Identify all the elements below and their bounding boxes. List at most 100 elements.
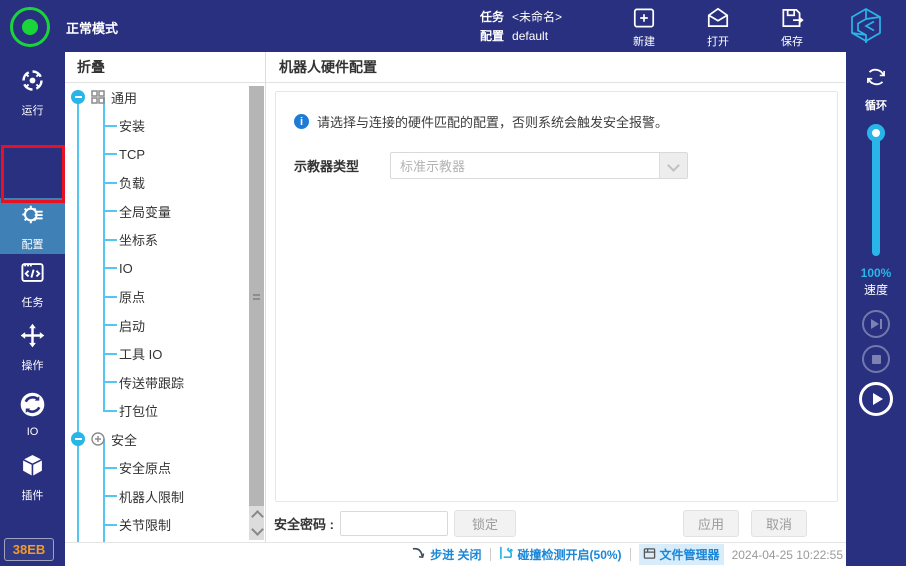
sidebar-item-task[interactable]: 任务 xyxy=(0,256,65,312)
status-code-badge: 38EB xyxy=(4,538,54,561)
new-file-icon xyxy=(631,5,657,31)
tree-node-install[interactable]: 安装 xyxy=(65,112,247,141)
new-task-button[interactable]: 新建 xyxy=(618,5,670,49)
tree-node-conveyor[interactable]: 传送带跟踪 xyxy=(65,368,247,397)
play-button[interactable] xyxy=(859,382,893,416)
cancel-button[interactable]: 取消 xyxy=(751,510,807,537)
scrollbar-arrows xyxy=(249,506,264,540)
collision-detection-status[interactable]: 碰撞检测开启(50%) xyxy=(499,546,622,563)
sidebar-item-run[interactable]: 运行 xyxy=(0,64,65,120)
separator xyxy=(490,548,491,561)
tree-scrollbar[interactable] xyxy=(249,86,264,540)
top-bar: 正常模式 任务 <未命名> 配置 default 新建 打开 xyxy=(0,0,906,52)
scroll-up-icon[interactable] xyxy=(251,510,264,523)
step-mode-status[interactable]: 步进 关闭 xyxy=(411,546,481,563)
plugin-cube-icon xyxy=(19,452,46,484)
sidebar-item-jog[interactable]: 操作 xyxy=(0,319,65,375)
mode-status-icon xyxy=(10,7,50,47)
grid-icon xyxy=(90,89,106,105)
config-label: 配置 xyxy=(480,29,504,43)
open-folder-icon xyxy=(705,5,731,31)
mode-label: 正常模式 xyxy=(66,18,118,37)
tree-node-safe-home[interactable]: 安全原点 xyxy=(65,454,247,483)
speed-slider-handle[interactable] xyxy=(867,124,885,142)
password-row: 安全密码 : 锁定 应用 取消 xyxy=(274,509,837,537)
tree-node-coord-system[interactable]: 坐标系 xyxy=(65,226,247,255)
lock-button[interactable]: 锁定 xyxy=(454,510,516,537)
save-button[interactable]: 保存 xyxy=(766,5,818,49)
stop-button[interactable] xyxy=(862,345,890,373)
sidebar-item-config[interactable]: 配置 xyxy=(0,198,65,254)
file-actions: 新建 打开 保存 xyxy=(618,5,818,49)
code-icon xyxy=(19,259,46,291)
tree-node-general[interactable]: 通用 xyxy=(65,83,247,112)
separator xyxy=(630,548,631,561)
scrollbar-thumb[interactable] xyxy=(249,86,264,506)
step-forward-button[interactable] xyxy=(862,310,890,338)
tree-node-joint-limits[interactable]: 关节限制 xyxy=(65,511,247,540)
tree-node-payload[interactable]: 负载 xyxy=(65,169,247,198)
move-arrows-icon xyxy=(19,322,46,354)
open-task-button[interactable]: 打开 xyxy=(692,5,744,49)
tree-node-startup[interactable]: 启动 xyxy=(65,311,247,340)
tree-panel-title: 折叠 xyxy=(65,52,265,83)
tree-node-global-vars[interactable]: 全局变量 xyxy=(65,197,247,226)
info-icon: i xyxy=(294,114,309,129)
speed-label: 速度 xyxy=(846,281,906,298)
file-manager-button[interactable]: 文件管理器 xyxy=(639,544,724,565)
tree-node-safety[interactable]: 安全 xyxy=(65,425,247,454)
clock-timestamp: 2024-04-25 10:22:55 xyxy=(732,548,843,562)
loop-icon xyxy=(863,64,889,95)
info-message: i 请选择与连接的硬件匹配的配置，否则系统会触发安全报警。 xyxy=(294,112,668,131)
password-input[interactable] xyxy=(340,511,448,536)
apply-button[interactable]: 应用 xyxy=(683,510,739,537)
info-text: 请选择与连接的硬件匹配的配置，否则系统会触发安全报警。 xyxy=(317,112,668,131)
mode-indicator[interactable]: 正常模式 xyxy=(10,7,118,47)
chevron-down-icon xyxy=(659,153,687,178)
scroll-down-icon[interactable] xyxy=(251,523,264,536)
loop-mode-button[interactable]: 循环 xyxy=(846,64,906,113)
shield-plus-icon xyxy=(90,431,106,447)
speed-slider-track[interactable] xyxy=(872,134,880,256)
config-content: i 请选择与连接的硬件匹配的配置，否则系统会触发安全报警。 示教器类型 标准示教… xyxy=(275,91,838,502)
annotation-highlight-box xyxy=(1,145,65,203)
task-label: 任务 xyxy=(480,10,504,24)
file-manager-icon xyxy=(643,547,656,563)
page-title: 机器人硬件配置 xyxy=(266,52,845,83)
step-arrow-icon xyxy=(411,547,426,563)
password-label: 安全密码 : xyxy=(274,514,334,533)
sidebar-item-io[interactable]: IO xyxy=(0,386,65,442)
config-value: default xyxy=(512,29,548,43)
pendant-type-select[interactable]: 标准示教器 xyxy=(390,152,688,179)
task-value: <未命名> xyxy=(512,10,562,24)
save-icon xyxy=(779,5,805,31)
task-info: 任务 <未命名> 配置 default xyxy=(480,8,562,46)
settings-gear-icon xyxy=(19,201,46,233)
teach-pendant-app: 正常模式 任务 <未命名> 配置 default 新建 打开 xyxy=(0,0,906,566)
run-icon xyxy=(19,67,46,99)
collapse-toggle-icon[interactable] xyxy=(71,432,85,446)
speed-percent: 100% xyxy=(846,266,906,280)
pendant-type-row: 示教器类型 标准示教器 xyxy=(294,152,688,179)
sidebar-item-plugin[interactable]: 插件 xyxy=(0,449,65,505)
collision-icon xyxy=(499,546,514,563)
tree-node-robot-limits[interactable]: 机器人限制 xyxy=(65,482,247,511)
config-tree: 通用 安装 TCP 负载 全局变量 坐标系 IO 原点 启动 工具 IO 传送带… xyxy=(65,83,247,542)
pendant-type-value: 标准示教器 xyxy=(391,156,659,175)
pendant-type-label: 示教器类型 xyxy=(294,156,370,175)
run-control-toolbar: 循环 100% 速度 xyxy=(846,52,906,566)
skip-icon xyxy=(871,319,879,329)
status-bar: 步进 关闭 碰撞检测开启(50%) 文件管理器 2024-04-25 10:22… xyxy=(65,542,846,566)
config-tree-panel: 折叠 通用 安装 TCP 负载 全局变量 坐标系 IO 原点 启动 xyxy=(65,52,266,542)
tree-node-io[interactable]: IO xyxy=(65,254,247,283)
tree-node-home[interactable]: 原点 xyxy=(65,283,247,312)
brand-logo-icon xyxy=(843,6,889,46)
nav-sidebar: 运行 配置 任务 xyxy=(0,52,65,566)
io-swap-icon xyxy=(19,391,46,423)
collapse-toggle-icon[interactable] xyxy=(71,90,85,104)
tree-node-tool-io[interactable]: 工具 IO xyxy=(65,340,247,369)
stop-icon xyxy=(872,355,881,364)
play-icon xyxy=(873,393,883,405)
tree-node-packing[interactable]: 打包位 xyxy=(65,397,247,426)
tree-node-tcp[interactable]: TCP xyxy=(65,140,247,169)
